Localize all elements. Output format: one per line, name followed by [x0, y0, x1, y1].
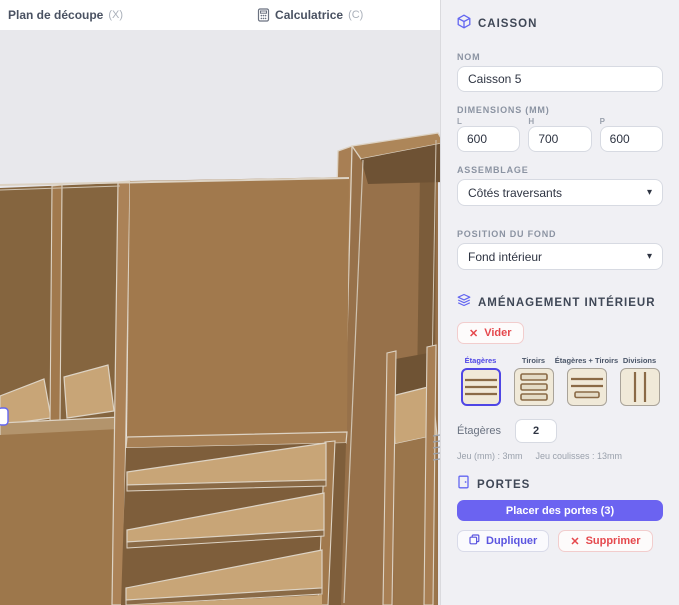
supprimer-button[interactable]: ✕ Supprimer: [558, 530, 653, 552]
clearance-hints: Jeu (mm) : 3mm Jeu coulisses : 13mm: [457, 451, 663, 461]
fond-select[interactable]: Fond intérieur ▾: [457, 243, 663, 270]
top-toolbar: Plan de découpe (X) Calculatrice (C): [0, 0, 440, 30]
x-icon: ✕: [469, 327, 479, 340]
shelves-icon: [464, 378, 497, 396]
cabinet-3d-render: [0, 30, 440, 605]
dim-l-label: L: [457, 117, 463, 126]
portes-section-header: PORTES: [457, 475, 663, 494]
dim-h-input[interactable]: [528, 126, 592, 152]
caisson-actions-row: Dupliquer ✕ Supprimer: [457, 530, 663, 552]
caisson-properties-panel: CAISSON NOM DIMENSIONS (MM) L H P ASSEMB…: [440, 0, 679, 605]
layers-icon: [457, 293, 471, 312]
etageres-tile[interactable]: [460, 368, 501, 406]
caisson-section-header: CAISSON: [457, 14, 663, 34]
option-divisions[interactable]: Divisions: [616, 356, 663, 406]
jeu-hint: Jeu (mm) : 3mm: [457, 451, 523, 461]
tab-plan-shortcut: (X): [108, 9, 124, 21]
door-icon: [457, 475, 470, 494]
drawers-icon: [519, 373, 548, 401]
interior-layout-options: Étagères Tiroirs Étagères + Tiroirs Divi…: [457, 356, 663, 406]
caisson-title: CAISSON: [478, 18, 538, 30]
tab-calc-label: Calculatrice: [275, 8, 344, 22]
option-etageres-label: Étagères: [464, 356, 497, 365]
calculator-icon: [257, 8, 270, 22]
option-etageres-tiroirs-label: Étagères + Tiroirs: [554, 356, 619, 365]
dim-h-label: H: [528, 117, 535, 126]
tiroirs-tile[interactable]: [513, 368, 554, 406]
option-tiroirs[interactable]: Tiroirs: [510, 356, 557, 406]
tab-calc-shortcut: (C): [348, 9, 364, 21]
divisions-tile[interactable]: [619, 368, 660, 406]
vider-button[interactable]: ✕ Vider: [457, 322, 524, 344]
amenagement-section-header: AMÉNAGEMENT INTÉRIEUR: [457, 293, 663, 312]
nom-input[interactable]: [457, 66, 663, 92]
dim-l-input[interactable]: [457, 126, 521, 152]
cube-icon: [457, 14, 471, 34]
divisions-icon: [633, 372, 646, 402]
dim-p-label: P: [599, 117, 606, 126]
nom-label: NOM: [457, 52, 481, 62]
assemblage-label: ASSEMBLAGE: [457, 165, 529, 175]
jeu-coulisses-hint: Jeu coulisses : 13mm: [535, 451, 623, 461]
supprimer-label: Supprimer: [585, 535, 641, 547]
option-etageres[interactable]: Étagères: [457, 356, 504, 406]
shelves-drawers-icon: [570, 377, 603, 399]
tab-calculatrice[interactable]: Calculatrice (C): [257, 8, 363, 22]
edge-selection-handle: [0, 407, 9, 426]
etageres-tiroirs-tile[interactable]: [566, 368, 607, 406]
dimensions-row: L H P: [457, 117, 663, 152]
dimensions-label: DIMENSIONS (MM): [457, 105, 550, 115]
assemblage-select[interactable]: Côtés traversants ▾: [457, 179, 663, 206]
tab-plan-de-decoupe[interactable]: Plan de découpe (X): [8, 8, 123, 22]
dupliquer-label: Dupliquer: [486, 535, 538, 547]
dim-p-input[interactable]: [599, 126, 663, 152]
vider-label: Vider: [484, 327, 512, 339]
assemblage-value: Côtés traversants: [468, 185, 563, 200]
chevron-down-icon: ▾: [646, 251, 652, 262]
tab-plan-label: Plan de découpe: [8, 8, 104, 22]
option-etageres-tiroirs[interactable]: Étagères + Tiroirs: [555, 356, 618, 406]
copy-icon: [469, 534, 480, 548]
portes-title: PORTES: [477, 478, 531, 491]
dupliquer-button[interactable]: Dupliquer: [457, 530, 550, 552]
etageres-count-label: Étagères: [457, 425, 502, 437]
option-divisions-label: Divisions: [622, 356, 657, 365]
etageres-count-input[interactable]: [515, 419, 558, 443]
cabinet-3d-viewport[interactable]: [0, 30, 440, 605]
x-icon: ✕: [570, 535, 580, 548]
placer-portes-button[interactable]: Placer des portes (3): [457, 500, 663, 521]
fond-label: POSITION DU FOND: [457, 229, 557, 239]
chevron-down-icon: ▾: [646, 187, 652, 198]
shelf-count-row: Étagères: [457, 419, 663, 443]
amenagement-title: AMÉNAGEMENT INTÉRIEUR: [478, 296, 656, 309]
fond-value: Fond intérieur: [468, 249, 543, 264]
option-tiroirs-label: Tiroirs: [521, 356, 546, 365]
